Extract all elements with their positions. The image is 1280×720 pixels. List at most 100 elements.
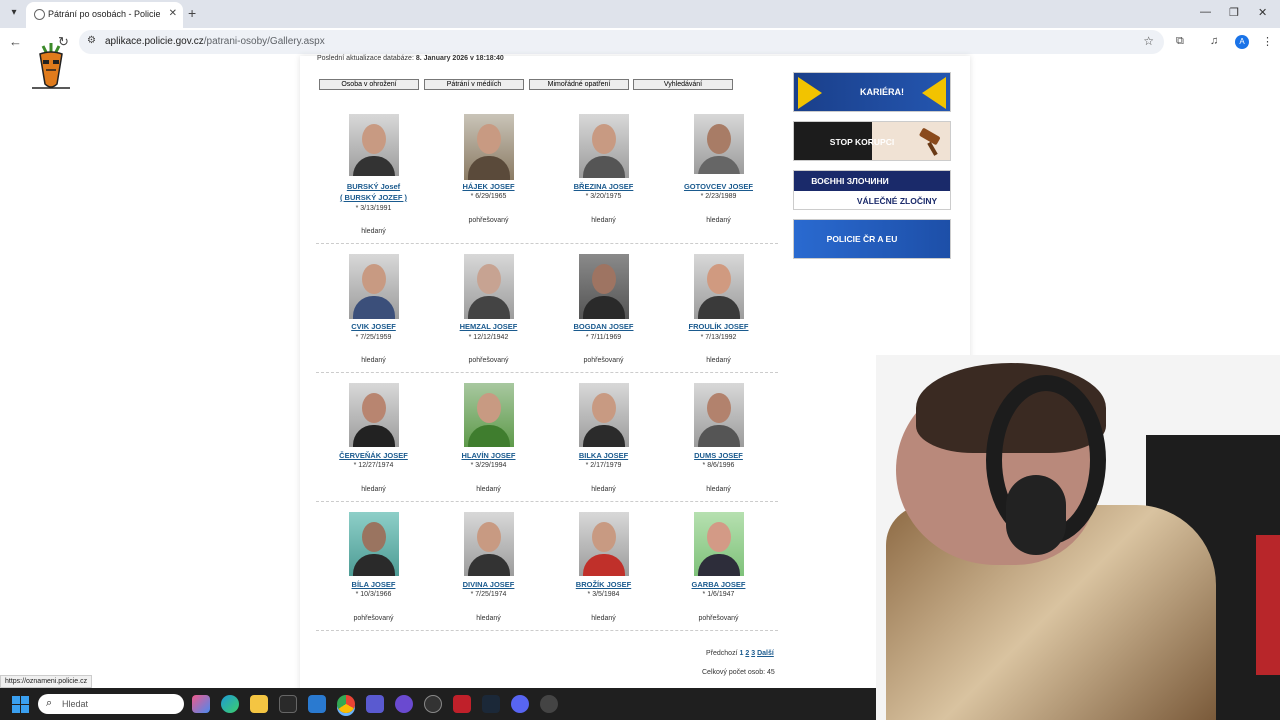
person-status: pohřešovaný xyxy=(698,615,739,622)
person-name[interactable]: GARBA JOSEF xyxy=(661,579,776,590)
close-tab-icon[interactable]: ✕ xyxy=(169,8,177,19)
person-photo[interactable] xyxy=(464,254,514,319)
taskbar-search[interactable]: ⌕ Hledat xyxy=(38,694,184,714)
person-alias[interactable]: ( BURSKÝ JOZEF ) xyxy=(316,192,431,203)
edge-icon[interactable] xyxy=(221,695,239,713)
person-name[interactable]: BŘEZINA JOSEF xyxy=(546,181,661,192)
extensions-icon[interactable]: ⧉ xyxy=(1176,35,1184,48)
person-status: hledaný xyxy=(476,486,501,493)
person-photo[interactable] xyxy=(579,114,629,178)
person-dob: * 3/5/1984 xyxy=(587,591,620,598)
nav-vyhledavani[interactable]: Vyhledávání xyxy=(633,79,733,90)
tab-search-icon[interactable]: ▾ xyxy=(6,5,22,21)
person-photo[interactable] xyxy=(579,383,629,447)
teams-icon[interactable] xyxy=(366,695,384,713)
person-name[interactable]: BÍLA JOSEF xyxy=(316,579,431,590)
pager-page-2[interactable]: 2 xyxy=(745,650,749,657)
start-icon[interactable] xyxy=(12,696,29,713)
pager-page-3[interactable]: 3 xyxy=(751,650,755,657)
banner-policie-eu[interactable]: POLICIE ČR A EU xyxy=(793,219,951,259)
person-name[interactable]: DUMS JOSEF xyxy=(661,450,776,461)
person-photo[interactable] xyxy=(349,114,399,176)
person-name[interactable]: HÁJEK JOSEF xyxy=(431,181,546,192)
mail-icon[interactable] xyxy=(308,695,326,713)
person-name[interactable]: BILKA JOSEF xyxy=(546,450,661,461)
person-status: pohřešovaný xyxy=(583,357,624,364)
pagination: Předchozí 1 2 3 Další xyxy=(706,650,774,657)
person-name[interactable]: CVIK JOSEF xyxy=(316,321,431,332)
person-dob: * 3/29/1994 xyxy=(470,462,507,469)
person-dob: * 8/6/1996 xyxy=(702,462,735,469)
person-photo[interactable] xyxy=(694,254,744,319)
person-name[interactable]: FROULÍK JOSEF xyxy=(661,321,776,332)
person-name[interactable]: BROŽÍK JOSEF xyxy=(546,579,661,590)
person-photo[interactable] xyxy=(464,512,514,576)
address-bar[interactable]: ⚙ aplikace.policie.gov.cz/patrani-osoby/… xyxy=(79,30,1164,54)
windows-taskbar: ⌕ Hledat xyxy=(0,688,876,720)
person-name[interactable]: BOGDAN JOSEF xyxy=(546,321,661,332)
steam-icon[interactable] xyxy=(482,695,500,713)
person-name[interactable]: BURSKÝ Josef xyxy=(316,181,431,192)
banner-stop-korupci[interactable]: STOP KORUPCI xyxy=(793,121,951,161)
person-photo[interactable] xyxy=(349,254,399,319)
person-name[interactable]: HLAVÍN JOSEF xyxy=(431,450,546,461)
person-name[interactable]: DIVINA JOSEF xyxy=(431,579,546,590)
nav-patrani-v-mediich[interactable]: Pátrání v médiích xyxy=(424,79,524,90)
nav-mimoradne-opatreni[interactable]: Mimořádné opatření xyxy=(529,79,629,90)
person-photo[interactable] xyxy=(349,512,399,576)
back-icon[interactable]: ← xyxy=(9,34,22,49)
person-status: hledaný xyxy=(591,486,616,493)
banner-valecne-zlociny[interactable]: ВОЄННІ ЗЛОЧИНИ VÁLEČNÉ ZLOČINY xyxy=(793,170,951,210)
app-icon[interactable] xyxy=(395,695,413,713)
close-window-icon[interactable]: ✕ xyxy=(1258,6,1267,19)
person-name[interactable]: HEMZAL JOSEF xyxy=(431,321,546,332)
person-dob: * 2/23/1989 xyxy=(700,193,737,200)
person-name[interactable]: ČERVEŇÁK JOSEF xyxy=(316,450,431,461)
nav-osoba-v-ohrozeni[interactable]: Osoba v ohrožení xyxy=(319,79,419,90)
tab-active[interactable]: Pátrání po osobách - Policie Če ✕ xyxy=(26,2,183,28)
person-photo[interactable] xyxy=(694,512,744,576)
tab-strip: ▾ Pátrání po osobách - Policie Če ✕ + — … xyxy=(0,0,1280,28)
person-dob: * 12/12/1942 xyxy=(468,334,509,341)
person-status: hledaný xyxy=(706,486,731,493)
discord-icon[interactable] xyxy=(511,695,529,713)
person-photo[interactable] xyxy=(579,254,629,319)
site-info-icon[interactable]: ⚙ xyxy=(87,35,96,46)
new-tab-icon[interactable]: + xyxy=(188,5,196,21)
carrot-logo xyxy=(32,43,70,89)
person-status: hledaný xyxy=(361,228,386,235)
restore-icon[interactable]: ❐ xyxy=(1229,6,1239,19)
category-nav: Osoba v ohrožení Pátrání v médiích Mimoř… xyxy=(319,79,779,91)
app-red-icon[interactable] xyxy=(453,695,471,713)
pager-page-1: 1 xyxy=(739,650,744,657)
chrome-icon[interactable] xyxy=(337,695,355,713)
person-photo[interactable] xyxy=(464,114,514,180)
pager-next[interactable]: Další xyxy=(757,650,774,657)
person-name[interactable]: GOTOVCEV JOSEF xyxy=(661,181,776,192)
url-text[interactable]: aplikace.policie.gov.cz/patrani-osoby/Ga… xyxy=(105,36,325,47)
total-count: Celkový počet osob: 45 xyxy=(702,669,775,676)
bookmark-star-icon[interactable]: ☆ xyxy=(1143,34,1154,48)
person-status: hledaný xyxy=(476,615,501,622)
minimize-icon[interactable]: — xyxy=(1200,6,1211,18)
menu-icon[interactable]: ⋮ xyxy=(1262,35,1273,48)
banner-kariera[interactable]: KARIÉRA! xyxy=(793,72,951,112)
media-controls-icon[interactable]: ♫ xyxy=(1210,35,1218,47)
person-photo[interactable] xyxy=(464,383,514,447)
pager-prev: Předchozí xyxy=(706,650,738,657)
wordpress-icon[interactable] xyxy=(424,695,442,713)
person-photo[interactable] xyxy=(694,383,744,447)
person-status: hledaný xyxy=(706,357,731,364)
person-dob: * 7/25/1974 xyxy=(470,591,507,598)
person-status: pohřešovaný xyxy=(468,217,509,224)
tab-title: Pátrání po osobách - Policie Če xyxy=(48,9,160,19)
person-dob: * 7/13/1992 xyxy=(700,334,737,341)
store-icon[interactable] xyxy=(279,695,297,713)
obs-icon[interactable] xyxy=(540,695,558,713)
person-photo[interactable] xyxy=(579,512,629,576)
person-photo[interactable] xyxy=(349,383,399,447)
copilot-icon[interactable] xyxy=(192,695,210,713)
person-photo[interactable] xyxy=(694,114,744,174)
file-explorer-icon[interactable] xyxy=(250,695,268,713)
profile-avatar[interactable]: A xyxy=(1235,35,1249,49)
